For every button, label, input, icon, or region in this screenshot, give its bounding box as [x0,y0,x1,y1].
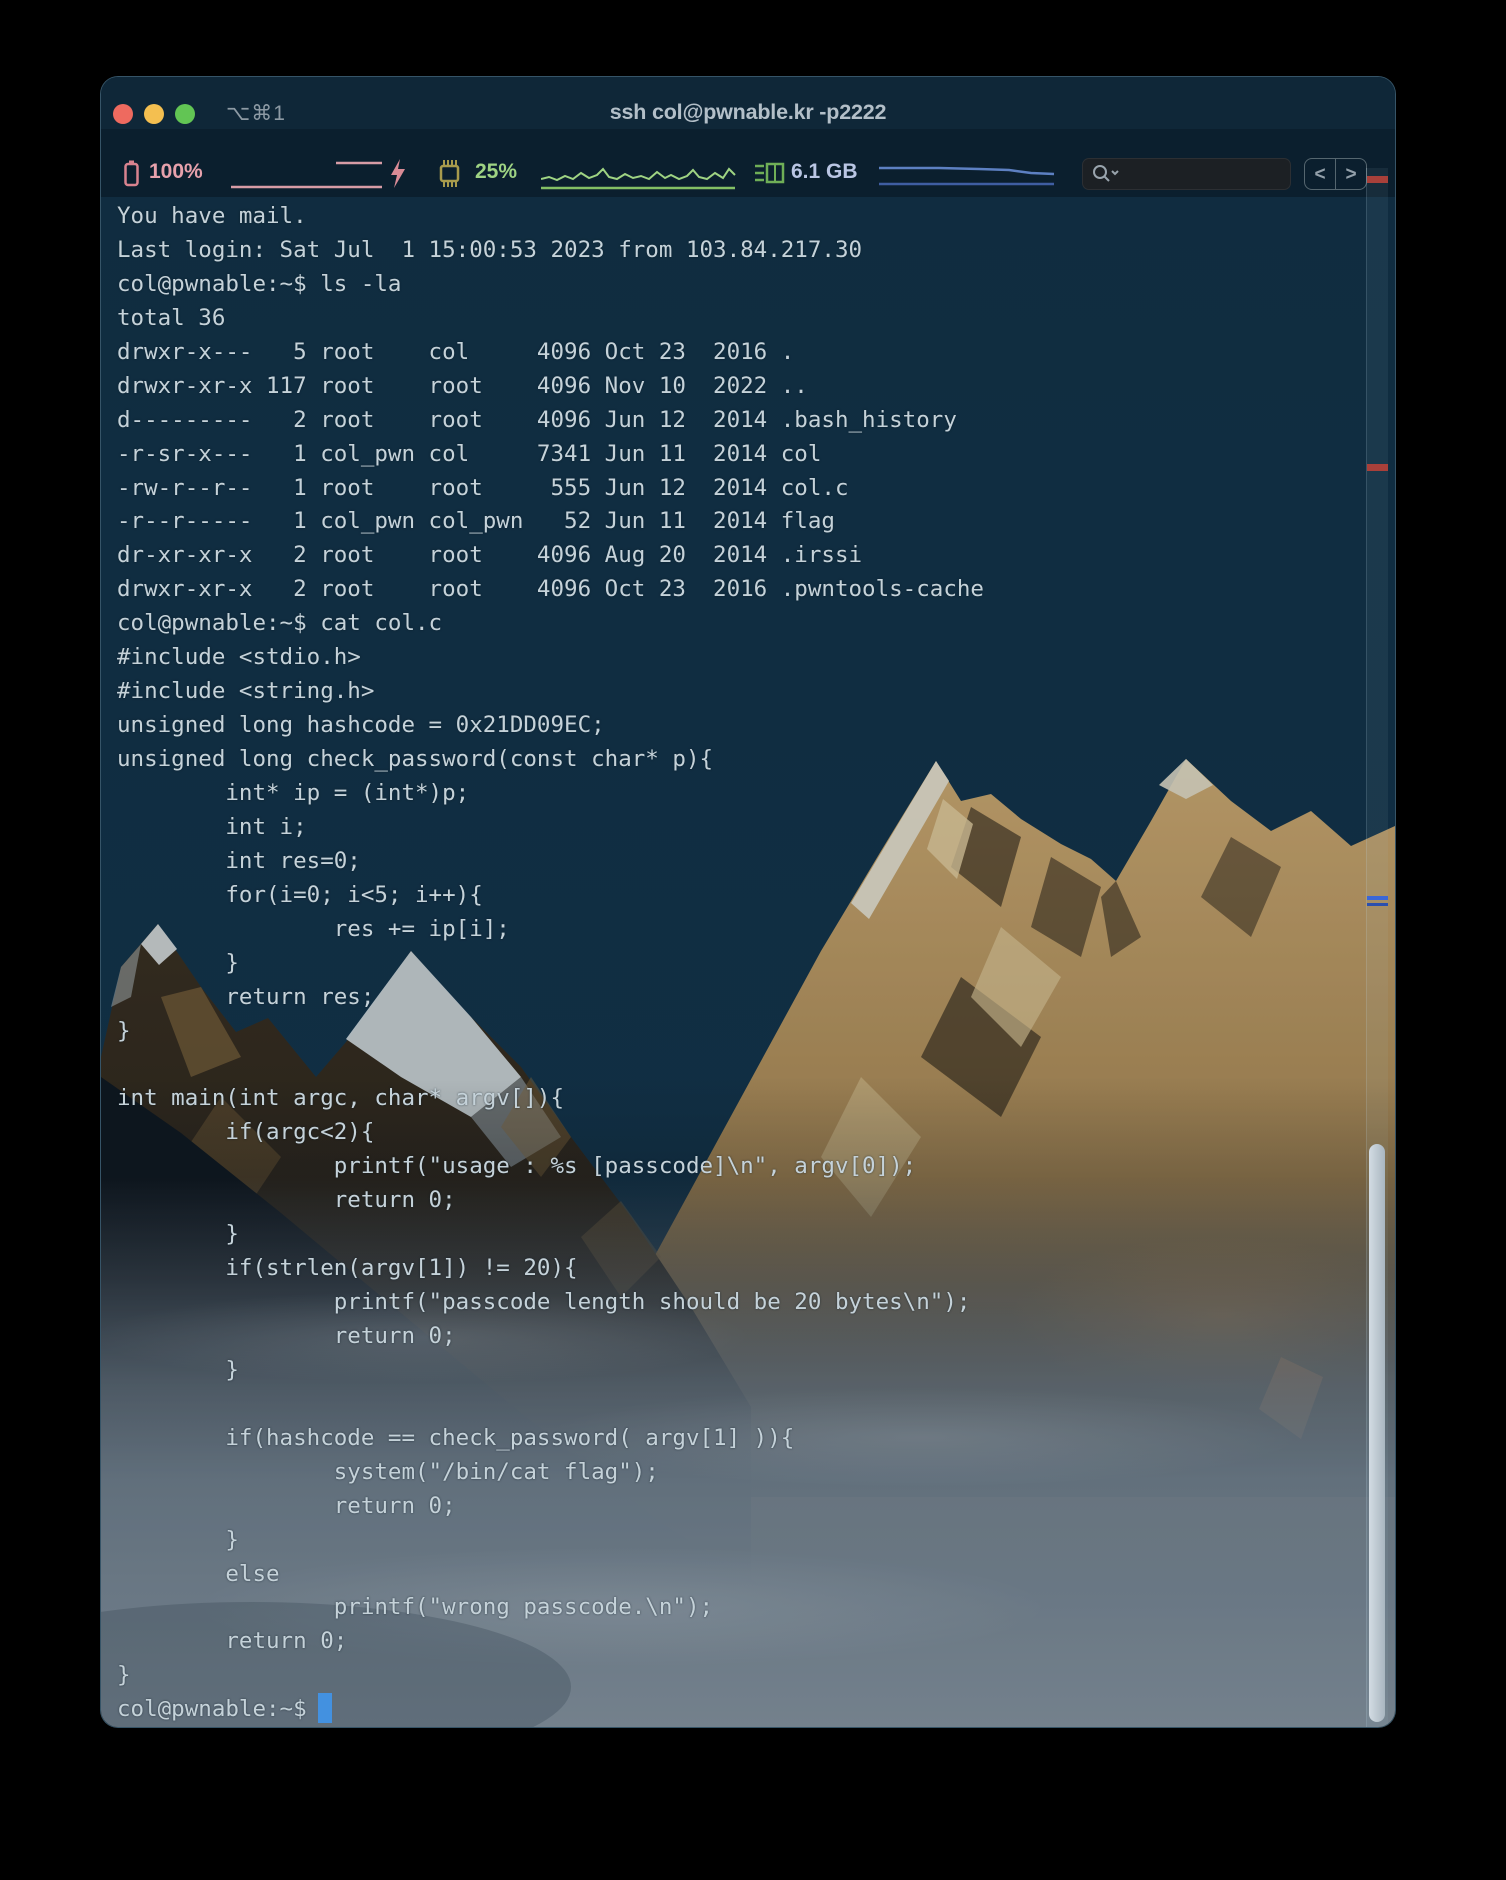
memory-chip-icon [755,162,785,185]
terminal-window: You have mail.Last login: Sat Jul 1 15:0… [100,76,1396,1728]
terminal-line: col@pwnable:~$ [117,1693,1357,1727]
terminal-line: } [117,1354,1357,1388]
magnifier-icon [1091,163,1121,185]
title-bar[interactable]: ⌥⌘1 ssh col@pwnable.kr -p2222 [101,77,1395,129]
cpu-usage-sparkline [541,157,737,191]
previous-match-button[interactable]: < [1305,159,1336,189]
cpu-percent: 25% [475,160,517,184]
terminal-line: printf("passcode length should be 20 byt… [117,1286,1357,1320]
scrollbar-mark-red [1367,464,1388,471]
window-title: ssh col@pwnable.kr -p2222 [101,100,1395,125]
terminal-line: return 0; [117,1490,1357,1524]
terminal-line: } [117,1015,1357,1049]
search-field[interactable] [1082,158,1291,190]
terminal-line: -r--r----- 1 col_pwn col_pwn 52 Jun 11 2… [117,505,1357,539]
terminal-cursor[interactable] [318,1693,332,1723]
terminal-line: } [117,1218,1357,1252]
battery-history-sparkline [229,157,385,191]
scrollbar-mark-blue [1367,896,1388,900]
terminal-line: } [117,1524,1357,1558]
desktop: You have mail.Last login: Sat Jul 1 15:0… [0,0,1506,1880]
terminal-line: for(i=0; i<5; i++){ [117,879,1357,913]
scrollbar-track[interactable] [1366,168,1388,1727]
status-toolbar: 100% 25% [101,129,1395,197]
terminal-line: unsigned long check_password(const char*… [117,743,1357,777]
terminal-line: return 0; [117,1320,1357,1354]
terminal-line: drwxr-x--- 5 root col 4096 Oct 23 2016 . [117,336,1357,370]
terminal-line: if(hashcode == check_password( argv[1] )… [117,1422,1357,1456]
terminal-line: drwxr-xr-x 117 root root 4096 Nov 10 202… [117,370,1357,404]
terminal-line: return 0; [117,1184,1357,1218]
terminal-line: if(argc<2){ [117,1116,1357,1150]
scrollbar-thumb[interactable] [1369,1144,1385,1722]
memory-usage-sparkline [879,157,1055,191]
terminal-line: res += ip[i]; [117,913,1357,947]
terminal-line: #include <stdio.h> [117,641,1357,675]
memory-amount: 6.1 GB [791,160,858,184]
next-match-button[interactable]: > [1336,159,1366,189]
terminal-line: You have mail. [117,200,1357,234]
terminal-line: total 36 [117,302,1357,336]
terminal-line: return 0; [117,1625,1357,1659]
terminal-line: drwxr-xr-x 2 root root 4096 Oct 23 2016 … [117,573,1357,607]
battery-percent: 100% [149,160,203,184]
terminal-line: int* ip = (int*)p; [117,777,1357,811]
terminal-line: return res; [117,981,1357,1015]
terminal-line: else [117,1558,1357,1592]
lightning-bolt-icon [389,159,407,189]
cpu-chip-icon [435,160,465,187]
terminal-line: int res=0; [117,845,1357,879]
search-input[interactable] [1121,164,1285,184]
terminal-line: dr-xr-xr-x 2 root root 4096 Aug 20 2014 … [117,539,1357,573]
terminal-line: int main(int argc, char* argv[]){ [117,1082,1357,1116]
terminal-output: You have mail.Last login: Sat Jul 1 15:0… [117,200,1357,1727]
terminal-line: #include <string.h> [117,675,1357,709]
terminal-line: col@pwnable:~$ cat col.c [117,607,1357,641]
terminal-line: printf("wrong passcode.\n"); [117,1591,1357,1625]
terminal-line: col@pwnable:~$ ls -la [117,268,1357,302]
terminal-line: -r-sr-x--- 1 col_pwn col 7341 Jun 11 201… [117,438,1357,472]
terminal-line: Last login: Sat Jul 1 15:00:53 2023 from… [117,234,1357,268]
terminal-line: int i; [117,811,1357,845]
terminal-line: } [117,947,1357,981]
terminal-line: system("/bin/cat flag"); [117,1456,1357,1490]
terminal-line [117,1388,1357,1422]
terminal-line [117,1048,1357,1082]
terminal-line: } [117,1659,1357,1693]
scrollbar-mark-red [1367,176,1388,183]
terminal-line: unsigned long hashcode = 0x21DD09EC; [117,709,1357,743]
terminal-line: if(strlen(argv[1]) != 20){ [117,1252,1357,1286]
battery-icon [123,160,141,188]
terminal-line: printf("usage : %s [passcode]\n", argv[0… [117,1150,1357,1184]
terminal-line: -rw-r--r-- 1 root root 555 Jun 12 2014 c… [117,472,1357,506]
search-nav-buttons: < > [1304,158,1367,190]
terminal-line: d--------- 2 root root 4096 Jun 12 2014 … [117,404,1357,438]
scrollbar-mark-blue [1367,903,1388,906]
